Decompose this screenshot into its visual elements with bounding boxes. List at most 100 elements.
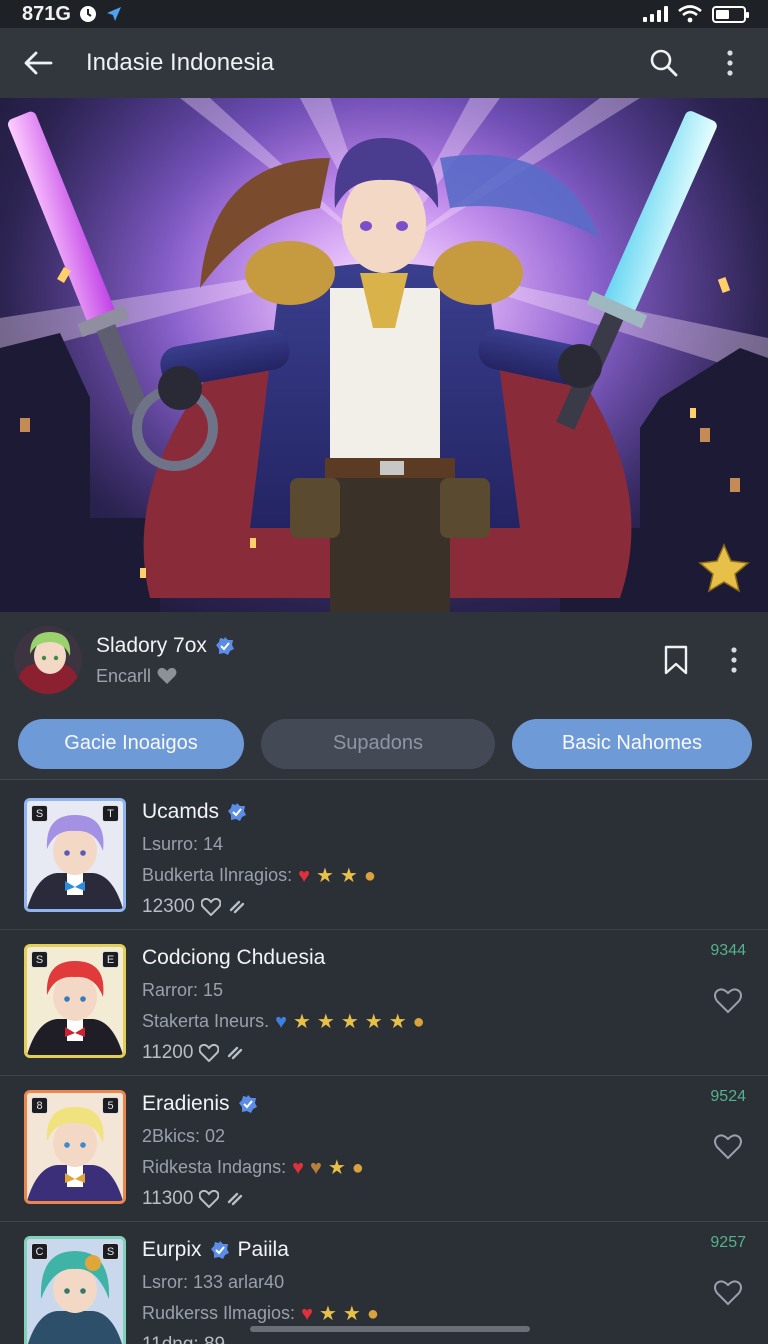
star-icon: ★ — [339, 864, 358, 887]
hero-banner-image[interactable] — [0, 98, 768, 612]
tab-supadons[interactable]: Supadons — [261, 718, 495, 769]
link-icon — [228, 1046, 243, 1060]
battery-icon — [712, 5, 749, 23]
star-icon: ★ — [292, 1010, 311, 1033]
hero-illustration — [0, 98, 768, 612]
item-name: Eurpix — [142, 1238, 202, 1261]
link-icon — [228, 1192, 243, 1206]
item-line1: Lsror: 133 arlar40 — [142, 1272, 285, 1292]
character-list: S T Ucamds Lsurro: 14 Budkerta Ilnragios… — [0, 784, 768, 1344]
star-icon: ★ — [315, 864, 334, 887]
arrow-left-icon — [24, 51, 53, 75]
location-arrow-icon — [106, 7, 121, 21]
favorite-heart-icon[interactable] — [714, 1134, 742, 1160]
star-icon: ★ — [316, 1010, 335, 1033]
tab-basic-nahomes[interactable]: Basic Nahomes — [512, 718, 752, 769]
profile-header: Sladory 7ox Encarll — [0, 612, 768, 708]
character-thumbnail: 8 5 — [24, 1090, 126, 1204]
favorite-heart-icon[interactable] — [714, 988, 742, 1014]
thumbnail-corner-badge: S — [31, 951, 48, 968]
item-line2-label: Rudkerss Ilmagios: — [142, 1303, 296, 1323]
thumbnail-corner-badge: E — [102, 951, 119, 968]
star-icon: ★ — [340, 1010, 359, 1033]
wifi-icon — [678, 5, 702, 23]
red-heart-icon: ♥ — [301, 1302, 313, 1325]
item-count: 11200 — [142, 1042, 194, 1063]
avatar-portrait — [14, 626, 82, 694]
list-item[interactable]: 8 5 Eradienis 2Bkics: 02 Ridkesta Indagn… — [0, 1076, 768, 1222]
heart-icon — [199, 1044, 220, 1062]
item-line1: Lsurro: 14 — [142, 834, 224, 854]
profile-menu-button[interactable] — [714, 640, 754, 680]
bookmark-button[interactable] — [656, 640, 696, 680]
thumbnail-corner-badge: S — [31, 805, 48, 822]
item-line2-label: Budkerta Ilnragios: — [142, 865, 293, 885]
thumbnail-corner-badge: 5 — [102, 1097, 119, 1114]
character-thumbnail: C S — [24, 1236, 126, 1344]
more-vert-icon — [727, 50, 733, 76]
list-item[interactable]: S E Codciong Chduesia Rarror: 15 Stakert… — [0, 930, 768, 1076]
item-count: 12300 — [142, 896, 195, 917]
list-item[interactable]: S T Ucamds Lsurro: 14 Budkerta Ilnragios… — [0, 784, 768, 930]
verified-badge-icon — [210, 1241, 229, 1259]
star-icon: ★ — [327, 1156, 346, 1179]
coin-icon: ● — [366, 1302, 379, 1325]
item-score: 9257 — [710, 1234, 746, 1251]
overflow-menu-button[interactable] — [710, 43, 750, 83]
item-name: Eradienis — [142, 1092, 230, 1115]
thumbnail-corner-badge: T — [102, 805, 119, 822]
character-thumbnail: S T — [24, 798, 126, 912]
star-icon: ★ — [364, 1010, 383, 1033]
back-button[interactable] — [18, 43, 58, 83]
red-heart-icon: ♥ — [292, 1156, 304, 1179]
favorite-heart-icon[interactable] — [714, 1280, 742, 1306]
search-button[interactable] — [644, 43, 684, 83]
star-icon: ★ — [318, 1302, 337, 1325]
coin-icon: ● — [351, 1156, 364, 1179]
more-vert-icon — [731, 647, 737, 673]
home-indicator[interactable] — [250, 1326, 530, 1332]
bookmark-icon — [664, 645, 688, 675]
verified-badge-icon — [228, 803, 247, 821]
blue-heart-icon: ♥ — [275, 1010, 287, 1033]
filter-tabs: Gacie Inoaigos Supadons Basic Nahomes — [0, 708, 768, 780]
heart-icon — [199, 1190, 220, 1208]
item-count: 11dng: 89 — [142, 1334, 225, 1344]
timer-icon — [79, 6, 96, 22]
item-score: 9524 — [710, 1088, 746, 1105]
item-name-suffix: Paiila — [237, 1238, 289, 1261]
item-name: Codciong Chduesia — [142, 946, 326, 969]
page-title: Indasie Indonesia — [86, 49, 275, 76]
thumbnail-corner-badge: S — [102, 1243, 119, 1260]
verified-badge-icon — [215, 636, 234, 655]
status-bar: 871G — [0, 0, 768, 28]
coin-icon: ● — [412, 1010, 425, 1033]
app-bar: Indasie Indonesia — [0, 28, 768, 98]
heart-icon — [157, 667, 177, 684]
item-line1: 2Bkics: 02 — [142, 1126, 226, 1146]
brown-heart-icon: ♥ — [309, 1156, 322, 1179]
red-heart-icon: ♥ — [298, 864, 310, 887]
heart-icon — [200, 898, 221, 916]
star-icon: ★ — [342, 1302, 361, 1325]
item-line1: Rarror: 15 — [142, 980, 224, 1000]
thumbnail-corner-badge: 8 — [31, 1097, 48, 1114]
item-score: 9344 — [710, 942, 746, 959]
thumbnail-corner-badge: C — [31, 1243, 48, 1260]
signal-icon — [643, 6, 668, 22]
status-time: 871G — [22, 2, 71, 25]
avatar[interactable] — [14, 626, 82, 694]
star-icon: ★ — [388, 1010, 407, 1033]
character-thumbnail: S E — [24, 944, 126, 1058]
item-count: 11300 — [142, 1188, 194, 1209]
link-icon — [229, 900, 245, 914]
profile-subtitle: Encarll — [96, 665, 152, 686]
item-line2-label: Stakerta Ineurs. — [142, 1011, 270, 1031]
search-icon — [650, 49, 678, 77]
coin-icon: ● — [363, 864, 376, 887]
item-name: Ucamds — [142, 800, 220, 823]
tab-gacie-inoaigos[interactable]: Gacie Inoaigos — [18, 718, 244, 769]
profile-name: Sladory 7ox — [96, 633, 207, 657]
item-line2-label: Ridkesta Indagns: — [142, 1157, 287, 1177]
verified-badge-icon — [238, 1095, 257, 1113]
